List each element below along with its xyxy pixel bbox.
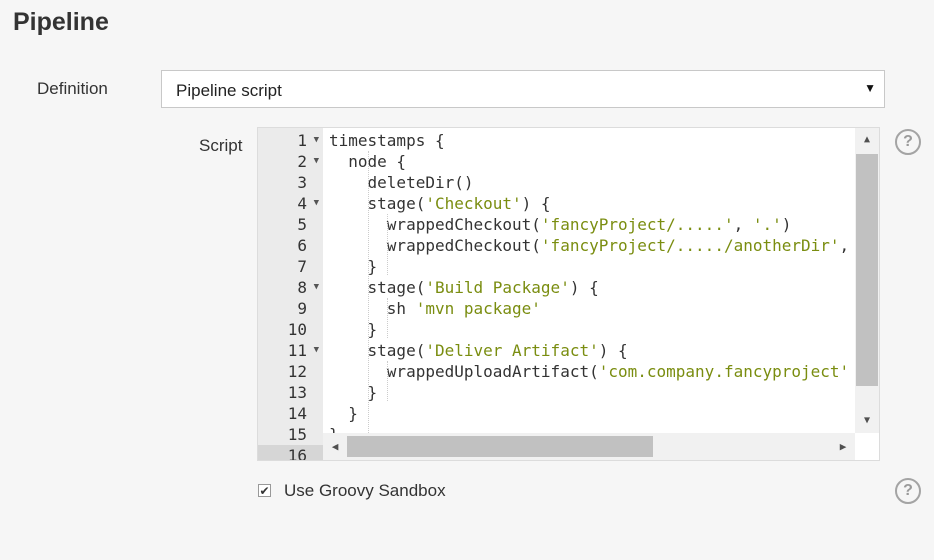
code-line: } (329, 424, 339, 433)
code-line: } (329, 320, 378, 339)
line-number: 6 (258, 235, 323, 256)
line-number: 7 (258, 256, 323, 277)
code-line: } (329, 404, 358, 423)
vertical-scroll-thumb[interactable] (856, 154, 878, 386)
horizontal-scrollbar[interactable]: ◀ ▶ (323, 433, 855, 460)
script-editor[interactable]: 1 ▼ 2 ▼ 3 4 ▼ 5 6 7 8 ▼ 9 10 11 ▼ 12 13 14 15 16 timestamps … (257, 127, 880, 461)
indent-guide (387, 361, 388, 401)
line-number-text: 4 (297, 194, 307, 213)
line-number: 9 (258, 298, 323, 319)
line-number: 15 (258, 424, 323, 445)
line-number: 16 (258, 445, 323, 461)
indent-guide (387, 214, 388, 275)
definition-label: Definition (37, 79, 108, 98)
definition-select[interactable]: Pipeline script ▼ (161, 70, 885, 108)
horizontal-scroll-thumb[interactable] (347, 436, 653, 457)
code-area[interactable]: timestamps { node { deleteDir() stage('C… (329, 128, 855, 433)
fold-arrow-icon[interactable]: ▼ (314, 277, 319, 298)
fold-arrow-icon[interactable]: ▼ (314, 130, 319, 151)
code-line: sh 'mvn package' (329, 299, 541, 318)
line-number-text: 3 (297, 173, 307, 192)
indent-guide (387, 298, 388, 338)
chevron-down-icon[interactable]: ▼ (864, 81, 876, 95)
line-number-text: 2 (297, 152, 307, 171)
line-number-text: 9 (297, 299, 307, 318)
fold-arrow-icon[interactable]: ▼ (314, 151, 319, 172)
definition-selected-value: Pipeline script (176, 81, 282, 100)
line-number: 3 (258, 172, 323, 193)
code-line: stage('Build Package') { (329, 278, 599, 297)
section-title: Pipeline (13, 8, 109, 36)
line-number-text: 13 (287, 383, 307, 402)
line-number-text: 15 (287, 425, 307, 444)
line-number-text: 12 (287, 362, 307, 381)
scroll-down-icon[interactable]: ▼ (855, 411, 879, 431)
indent-guide (368, 151, 369, 433)
scroll-right-icon[interactable]: ▶ (833, 433, 853, 460)
script-label: Script (199, 136, 243, 155)
code-line: timestamps { (329, 131, 445, 150)
line-number: 8 ▼ (258, 277, 323, 298)
code-line: wrappedCheckout('fancyProject/...../anot… (329, 236, 850, 255)
sandbox-help-icon[interactable]: ? (895, 478, 921, 504)
line-number: 14 (258, 403, 323, 424)
line-number: 4 ▼ (258, 193, 323, 214)
fold-arrow-icon[interactable]: ▼ (314, 193, 319, 214)
line-number: 10 (258, 319, 323, 340)
check-icon: ✔ (259, 484, 270, 498)
scroll-left-icon[interactable]: ◀ (325, 433, 345, 460)
line-number-text: 14 (287, 404, 307, 423)
sandbox-label[interactable]: Use Groovy Sandbox (284, 481, 446, 501)
line-number: 12 (258, 361, 323, 382)
code-line: stage('Checkout') { (329, 194, 551, 213)
line-number-text: 10 (287, 320, 307, 339)
code-line: } (329, 383, 378, 402)
scroll-up-icon[interactable]: ▲ (855, 130, 879, 150)
line-number-text: 11 (287, 341, 307, 360)
script-help-icon[interactable]: ? (895, 129, 921, 155)
line-number-text: 1 (297, 131, 307, 150)
line-number-text: 8 (297, 278, 307, 297)
line-number: 2 ▼ (258, 151, 323, 172)
line-number-text: 7 (297, 257, 307, 276)
line-number-text: 6 (297, 236, 307, 255)
line-number: 1 ▼ (258, 130, 323, 151)
sandbox-checkbox[interactable]: ✔ (258, 484, 271, 497)
code-line: stage('Deliver Artifact') { (329, 341, 628, 360)
vertical-scrollbar[interactable]: ▲ ▼ (855, 128, 879, 433)
code-line: deleteDir() (329, 173, 474, 192)
line-number: 11 ▼ (258, 340, 323, 361)
code-line: } (329, 257, 378, 276)
code-line: wrappedCheckout('fancyProject/.....', '.… (329, 215, 792, 234)
line-number: 5 (258, 214, 323, 235)
line-number: 13 (258, 382, 323, 403)
code-line: wrappedUploadArtifact('com.company.fancy… (329, 362, 850, 381)
line-number-text: 16 (287, 446, 307, 461)
line-number-gutter: 1 ▼ 2 ▼ 3 4 ▼ 5 6 7 8 ▼ 9 10 11 ▼ 12 13 14 15 16 (258, 128, 323, 460)
fold-arrow-icon[interactable]: ▼ (314, 340, 319, 361)
line-number-text: 5 (297, 215, 307, 234)
